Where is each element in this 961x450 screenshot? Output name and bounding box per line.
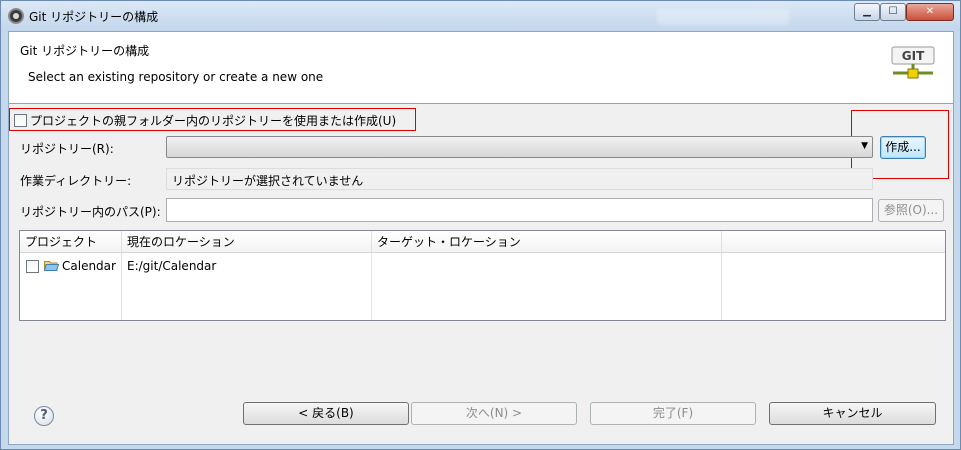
table-header: プロジェクト 現在のロケーション ターゲット・ロケーション — [20, 231, 945, 253]
row-checkbox[interactable] — [26, 260, 39, 273]
use-parent-repo-checkbox[interactable] — [14, 114, 27, 127]
minimize-button[interactable]: ▁ — [854, 3, 880, 21]
git-logo-text: GIT — [902, 49, 925, 63]
dialog-client-area: Git リポジトリーの構成 Select an existing reposit… — [8, 31, 954, 445]
wizard-description: Select an existing repository or create … — [28, 70, 324, 84]
working-dir-value: リポジトリーが選択されていません — [166, 168, 873, 190]
column-header-target-location[interactable]: ターゲット・ロケーション — [372, 231, 722, 253]
repository-label: リポジトリー(R): — [20, 142, 114, 156]
table-row[interactable]: Calendar E:/git/Calendar — [20, 257, 945, 275]
repository-combo[interactable]: ▼ — [166, 136, 873, 158]
working-dir-label: 作業ディレクトリー: — [20, 174, 132, 188]
path-input[interactable] — [166, 198, 873, 222]
cancel-button[interactable]: キャンセル — [769, 402, 936, 425]
finish-button[interactable]: 完了(F) — [590, 402, 756, 425]
wizard-header: Git リポジトリーの構成 Select an existing reposit… — [9, 32, 953, 104]
chevron-down-icon[interactable]: ▼ — [861, 141, 868, 151]
create-button[interactable]: 作成... — [880, 136, 926, 159]
wizard-title: Git リポジトリーの構成 — [20, 44, 150, 58]
dialog-window: Git リポジトリーの構成 ▁ ☐ ✕ Git リポジトリーの構成 Select… — [0, 0, 961, 450]
maximize-button[interactable]: ☐ — [880, 3, 906, 21]
git-logo-icon: GIT — [891, 46, 935, 79]
current-location: E:/git/Calendar — [127, 259, 217, 273]
eclipse-app-icon — [8, 8, 24, 24]
column-header-project[interactable]: プロジェクト — [20, 231, 122, 253]
path-label: リポジトリー内のパス(P): — [20, 205, 161, 219]
browse-button[interactable]: 参照(O)... — [878, 199, 944, 222]
help-icon[interactable]: ? — [34, 406, 54, 426]
blurred-title-region — [657, 9, 789, 25]
back-button[interactable]: < 戻る(B) — [243, 402, 409, 425]
use-parent-repo-label: プロジェクトの親フォルダー内のリポジトリーを使用または作成(U) — [30, 114, 397, 128]
projects-table: プロジェクト 現在のロケーション ターゲット・ロケーション Calendar E… — [19, 230, 946, 321]
title-bar[interactable]: Git リポジトリーの構成 ▁ ☐ ✕ — [1, 1, 960, 31]
project-name: Calendar — [62, 259, 116, 273]
column-header-current-location[interactable]: 現在のロケーション — [122, 231, 372, 253]
next-button[interactable]: 次へ(N) > — [411, 402, 577, 425]
window-title: Git リポジトリーの構成 — [29, 10, 159, 24]
folder-icon — [44, 261, 59, 271]
close-button[interactable]: ✕ — [906, 3, 954, 21]
column-header-empty — [722, 231, 945, 253]
